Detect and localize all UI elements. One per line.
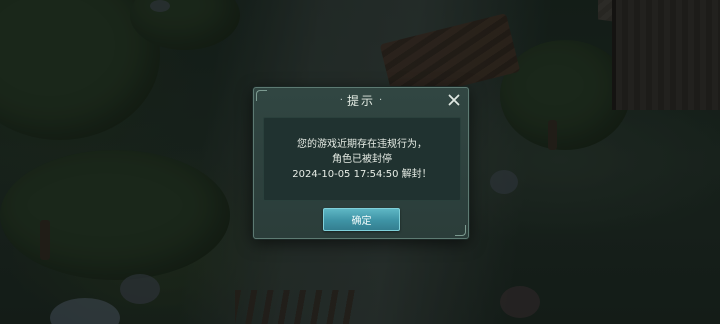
confirm-button-label: 确定 (351, 216, 372, 227)
corner-ornament (455, 225, 466, 236)
dialog-title: 提示 (346, 93, 375, 108)
message-line: 角色已被封停 (332, 153, 392, 165)
message-line: 您的游戏近期存在违规行为， (297, 138, 427, 150)
title-decoration-left: · (339, 94, 343, 106)
message-line: 2024-10-05 17:54:50 解封！ (292, 168, 432, 180)
title-decoration-right: · (379, 94, 383, 106)
dialog-title-bar: · 提示 · (254, 88, 468, 112)
confirm-button[interactable]: 确定 (323, 208, 400, 231)
notice-dialog: · 提示 · 您的游戏近期存在违规行为， 角色已被封停 2024-10-05 1… (253, 87, 469, 239)
close-icon (448, 94, 460, 106)
close-button[interactable] (446, 92, 462, 108)
message-panel: 您的游戏近期存在违规行为， 角色已被封停 2024-10-05 17:54:50… (263, 117, 461, 201)
